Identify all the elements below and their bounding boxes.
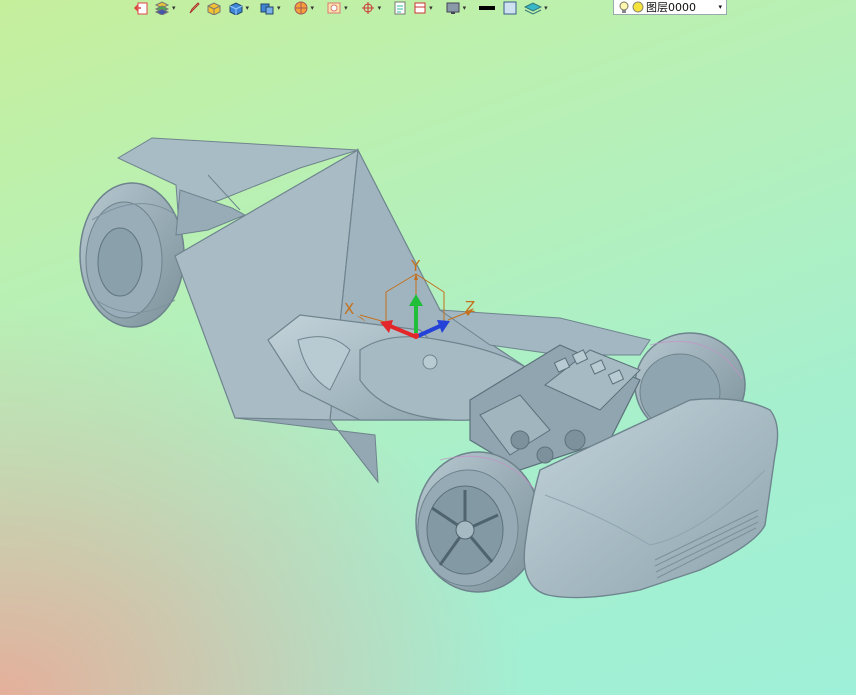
monitor-icon [446,2,460,14]
rear-tire-left [79,182,185,328]
solid-box-icon [207,2,221,15]
sphere-render-icon [294,1,308,15]
layers-stack-icon [154,1,170,15]
yellow-dot-icon [632,1,644,13]
chevron-down-icon: ▾ [277,4,281,12]
line-color-button[interactable] [478,0,496,16]
crosshair-icon [361,2,374,14]
document-icon [394,1,406,15]
chevron-down-icon: ▾ [544,4,548,12]
fill-color-button[interactable] [502,0,518,16]
chevron-down-icon: ▾ [462,4,467,12]
view-frame-icon [327,2,341,14]
blue-cube-icon [229,2,243,15]
cube-button[interactable]: ▾ [228,0,250,16]
chevron-down-icon: ▾ [245,4,250,12]
pen-icon [189,2,200,14]
line-color-icon [479,6,496,10]
layer-stack-icon [524,2,543,15]
lightbulb-icon [619,1,629,13]
chevron-down-icon: ▾ [377,4,382,12]
fill-color-icon [503,1,517,15]
layer-select-value: 图层0000 [646,1,696,14]
chevron-down-icon: ▾ [344,4,348,12]
top-toolbar: ▾ ▾ ▾ ▾ ▾ ▾ ▾ ▾ ▾ [128,0,554,16]
car-model[interactable] [0,0,856,695]
solid-box-button[interactable] [206,0,222,16]
cube-multi-icon [260,3,274,15]
open-file-button[interactable] [134,0,148,16]
chevron-down-icon: ▾ [310,4,315,12]
frame-button[interactable]: ▾ [413,0,433,16]
chevron-down-icon: ▾ [172,4,176,12]
chevron-down-icon: ▾ [429,4,433,12]
crosshair-button[interactable]: ▾ [360,0,382,16]
pen-button[interactable] [188,0,200,16]
monitor-button[interactable]: ▾ [445,0,467,16]
chevron-down-icon: ▾ [718,3,722,11]
layer-stack-button[interactable]: ▾ [524,0,548,16]
layers-button[interactable]: ▾ [154,0,176,16]
layer-select[interactable]: 图层0000 ▾ [613,0,727,15]
3d-viewport[interactable]: Y X Z ▾ ▾ ▾ ▾ ▾ ▾ ▾ ▾ ▾ 图层0000 ▾ [0,0,856,695]
cube-multi-button[interactable]: ▾ [259,0,281,16]
view-frame-button[interactable]: ▾ [326,0,348,16]
render-button[interactable]: ▾ [293,0,315,16]
open-file-icon [134,2,148,15]
front-tire-left [415,451,541,593]
ruler-frame-icon [414,2,426,14]
document-button[interactable] [393,0,407,16]
